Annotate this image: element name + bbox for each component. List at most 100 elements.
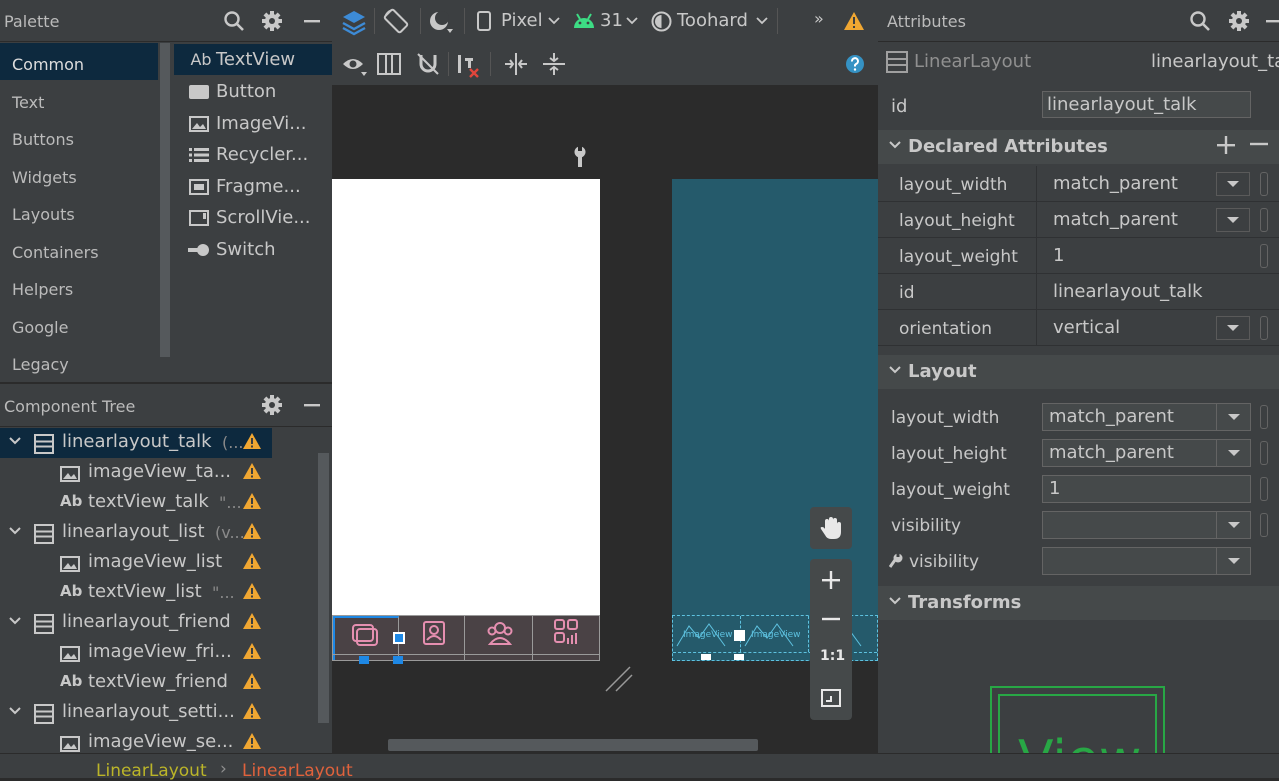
palette-category-containers[interactable]: Containers	[0, 231, 158, 268]
tree-row[interactable]: imageView_list	[0, 548, 318, 578]
remove-attribute-icon[interactable]	[1250, 142, 1268, 146]
palette-item-switch[interactable]: Switch	[174, 234, 332, 265]
attribute-input[interactable]: 1	[1042, 475, 1251, 503]
chevron-down-icon[interactable]	[8, 524, 22, 538]
design-canvas[interactable]: ImageView ImageView 1:1	[332, 85, 878, 753]
zoom-actual-size-button[interactable]: 1:1	[820, 648, 845, 664]
attribute-value[interactable]: match_parent	[1053, 173, 1178, 194]
dropdown-button[interactable]	[1216, 208, 1250, 232]
chevron-down-icon[interactable]	[8, 704, 22, 718]
attribute-reference-button[interactable]	[1260, 405, 1268, 429]
attribute-reference-button[interactable]	[1260, 513, 1268, 537]
warning-icon[interactable]	[242, 702, 262, 720]
warning-icon[interactable]	[242, 552, 262, 570]
minimize-icon[interactable]	[300, 9, 324, 33]
breadcrumb-item[interactable]: LinearLayout	[242, 761, 353, 781]
warning-icon[interactable]	[242, 582, 262, 600]
warning-icon[interactable]	[842, 9, 866, 33]
help-icon[interactable]	[843, 52, 867, 76]
pan-tool-button[interactable]	[810, 507, 852, 549]
warning-icon[interactable]	[242, 522, 262, 540]
palette-category-helpers[interactable]: Helpers	[0, 268, 158, 305]
magnet-off-icon[interactable]	[414, 52, 442, 76]
attribute-value[interactable]: match_parent	[1053, 209, 1178, 230]
palette-item-textview[interactable]: Ab TextView	[174, 44, 332, 75]
add-attribute-icon[interactable]	[1217, 136, 1235, 154]
warning-icon[interactable]	[242, 642, 262, 660]
zoom-out-icon[interactable]	[822, 617, 840, 621]
tree-row[interactable]: Ab textView_list "...	[0, 578, 318, 608]
palette-category-common[interactable]: Common	[0, 43, 158, 80]
selection-handle[interactable]	[701, 654, 711, 660]
blueprint-imageview[interactable]: ImageView	[741, 616, 809, 652]
tree-row[interactable]: Ab textView_friend	[0, 668, 318, 698]
attribute-dropdown[interactable]: match_parent	[1042, 403, 1251, 431]
palette-category-layouts[interactable]: Layouts	[0, 193, 158, 230]
attribute-value[interactable]: linearlayout_talk	[1053, 281, 1203, 302]
bottom-nav-bar[interactable]	[332, 615, 600, 664]
palette-category-text[interactable]: Text	[0, 81, 158, 118]
tree-row[interactable]: linearlayout_list (v...	[0, 518, 318, 548]
attribute-reference-button[interactable]	[1260, 477, 1268, 501]
minimize-icon[interactable]	[300, 393, 324, 417]
warning-icon[interactable]	[242, 732, 262, 750]
chevron-down-icon[interactable]	[8, 434, 22, 448]
blueprint-screen[interactable]	[672, 179, 878, 617]
palette-categories-scrollbar[interactable]	[160, 43, 170, 357]
layers-icon[interactable]	[338, 6, 370, 38]
search-icon[interactable]	[222, 9, 246, 33]
tree-row[interactable]: linearlayout_talk (...	[0, 428, 272, 458]
night-mode-icon[interactable]	[426, 8, 456, 36]
warning-icon[interactable]	[242, 462, 262, 480]
tree-row[interactable]: linearlayout_friend	[0, 608, 318, 638]
selection-handle[interactable]	[734, 630, 745, 641]
attribute-dropdown[interactable]	[1042, 511, 1251, 539]
palette-item-recyclerview[interactable]: Recycler...	[174, 139, 332, 170]
palette-item-fragment[interactable]: Fragme...	[174, 171, 332, 202]
attribute-reference-button[interactable]	[1260, 172, 1268, 196]
warning-icon[interactable]	[242, 492, 262, 510]
attribute-value[interactable]: vertical	[1053, 317, 1120, 338]
zoom-fit-icon[interactable]	[821, 689, 841, 707]
transforms-section[interactable]: Transforms	[878, 586, 1279, 620]
api-level-selector[interactable]: 31	[600, 10, 623, 31]
selection-handle[interactable]	[734, 654, 744, 660]
attribute-reference-button[interactable]	[1260, 316, 1268, 340]
palette-item-scrollview[interactable]: ScrollVie...	[174, 202, 332, 233]
layout-section[interactable]: Layout	[878, 355, 1279, 389]
attribute-reference-button[interactable]	[1260, 441, 1268, 465]
palette-category-legacy[interactable]: Legacy	[0, 343, 158, 374]
canvas-horizontal-scrollbar[interactable]	[388, 739, 758, 751]
palette-category-widgets[interactable]: Widgets	[0, 156, 158, 193]
minimize-icon[interactable]	[1264, 9, 1279, 33]
attribute-reference-button[interactable]	[1260, 244, 1268, 268]
attribute-dropdown[interactable]	[1042, 547, 1251, 575]
tree-row[interactable]: linearlayout_setti...	[0, 698, 318, 728]
attribute-reference-button[interactable]	[1260, 208, 1268, 232]
tree-row[interactable]: imageView_ta...	[0, 458, 318, 488]
warning-icon[interactable]	[242, 432, 262, 450]
palette-item-imageview[interactable]: ImageVi...	[174, 108, 332, 139]
clear-constraints-icon[interactable]	[454, 52, 482, 78]
id-input[interactable]: linearlayout_talk	[1042, 91, 1251, 118]
tree-row[interactable]: imageView_fri...	[0, 638, 318, 668]
zoom-in-icon[interactable]	[822, 571, 840, 589]
gear-icon[interactable]	[260, 393, 284, 417]
component-tree-scrollbar[interactable]	[318, 453, 329, 723]
theme-selector[interactable]: Toohard	[677, 10, 748, 31]
dropdown-button[interactable]	[1216, 172, 1250, 196]
chevron-down-icon[interactable]	[8, 614, 22, 628]
warning-icon[interactable]	[242, 672, 262, 690]
search-icon[interactable]	[1188, 9, 1212, 33]
pack-vertical-icon[interactable]	[540, 52, 568, 76]
declared-attributes-section[interactable]: Declared Attributes	[878, 130, 1279, 164]
device-selector[interactable]: Pixel	[501, 10, 543, 31]
dropdown-button[interactable]	[1216, 316, 1250, 340]
wrench-icon[interactable]	[570, 145, 590, 169]
orientation-icon[interactable]	[380, 6, 412, 36]
selection-handle[interactable]	[359, 656, 369, 664]
gear-icon[interactable]	[1227, 9, 1251, 33]
columns-icon[interactable]	[376, 52, 402, 76]
gear-icon[interactable]	[260, 9, 284, 33]
resize-handle-icon[interactable]	[604, 665, 634, 693]
